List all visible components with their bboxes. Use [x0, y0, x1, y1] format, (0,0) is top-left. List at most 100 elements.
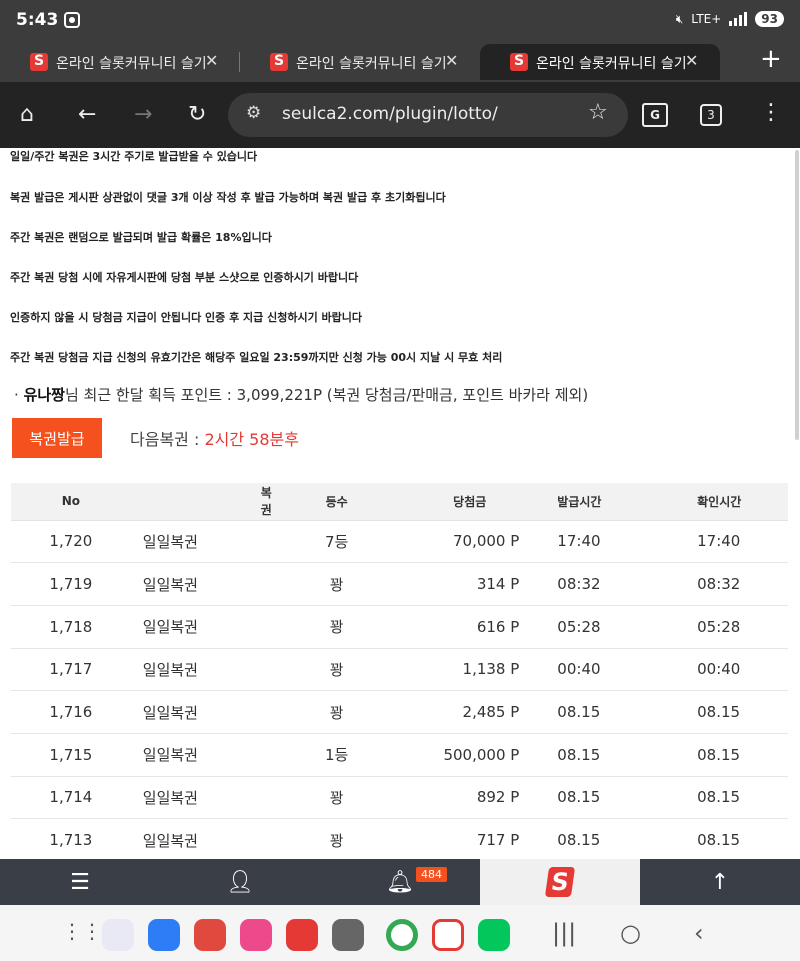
user-profile-icon[interactable]: 👤︎	[160, 859, 320, 905]
menu-kebab-icon[interactable]: ⋮	[760, 100, 782, 125]
col-header-prize: 당첨금	[401, 483, 532, 521]
cell-checked: 00:40	[661, 648, 788, 692]
cell-checked: 08.15	[661, 818, 788, 859]
page-content: 일일/주간 복권은 3시간 주기로 발급받을 수 있습니다 복권 발급은 게시판…	[0, 148, 800, 859]
col-header-checked: 확인시간	[661, 483, 788, 521]
home-circle-icon[interactable]: ○	[620, 919, 641, 947]
cell-lotto: 일일복권	[130, 733, 272, 777]
issue-lotto-button[interactable]: 복권발급	[12, 418, 102, 458]
cell-lotto: 일일복권	[130, 520, 272, 564]
col-header-lotto: 복권	[130, 483, 272, 521]
col-header-issued: 발급시간	[531, 483, 662, 521]
chrome-app-icon[interactable]	[386, 919, 418, 951]
cell-rank: 꽝	[271, 648, 402, 692]
battery-badge: 93	[755, 11, 784, 27]
notice-line: 주간 복권 당첨 시에 자유게시판에 당첨 부분 스샷으로 인증하시기 바랍니다	[10, 271, 359, 284]
recent-apps-icon[interactable]: |||	[552, 919, 576, 947]
browser-tab-3-active[interactable]: 온라인 슬롯커뮤니티 슬기로운 ✕	[480, 44, 720, 80]
next-lotto-timer: 다음복권 : 2시간 58분후	[130, 426, 299, 450]
cell-checked: 17:40	[661, 520, 788, 564]
table-row: 1,720 일일복권 7등 70,000 P 17:40 17:40	[11, 520, 788, 564]
youtube-app-icon[interactable]	[432, 919, 464, 951]
app-drawer-icon[interactable]: ⋮⋮	[62, 919, 102, 943]
notice-line: 복권 발급은 게시판 상관없이 댓글 3개 이상 작성 후 발급 가능하며 복권…	[10, 191, 446, 204]
col-header-no: No	[11, 483, 131, 521]
cell-issued: 08.15	[531, 690, 662, 734]
browser-tab-2[interactable]: 온라인 슬롯커뮤니티 슬기로운 ✕	[240, 44, 480, 80]
notification-bell-icon[interactable]: 🔔︎	[320, 859, 480, 905]
gallery-app-icon[interactable]	[240, 919, 272, 951]
forward-arrow-icon[interactable]: →	[134, 102, 152, 127]
tab-title: 온라인 슬롯커뮤니티 슬기로운	[296, 56, 446, 72]
lotto-history-table: No 복권 등수 당첨금 발급시간 확인시간 1,720 일일복권 7등 70,000…	[11, 483, 788, 859]
notes-app-icon[interactable]	[286, 919, 318, 951]
cell-issued: 05:28	[531, 605, 662, 649]
home-icon[interactable]: ⌂	[20, 102, 34, 127]
cell-rank: 꽝	[271, 605, 402, 649]
monthly-points: · 유나짱님 최근 한달 획득 포인트 : 3,099,221P (복권 당첨금…	[14, 384, 588, 405]
close-tab-icon[interactable]: ✕	[685, 51, 698, 70]
col-header-rank: 등수	[271, 483, 402, 521]
new-tab-icon[interactable]: +	[760, 44, 782, 74]
back-arrow-icon[interactable]: ←	[78, 102, 96, 127]
network-label: LTE+	[691, 12, 722, 26]
cell-lotto: 일일복권	[130, 690, 272, 734]
table-row: 1,716 일일복권 꽝 2,485 P 08.15 08.15	[11, 690, 788, 734]
messages-app-icon[interactable]	[148, 919, 180, 951]
url-text[interactable]: seulca2.com/plugin/lotto/	[282, 104, 498, 124]
cell-issued: 08.15	[531, 776, 662, 820]
cell-prize: 70,000 P	[401, 520, 532, 564]
translate-icon[interactable]: G	[642, 103, 668, 127]
next-lotto-value: 2시간 58분후	[204, 430, 299, 449]
site-settings-icon[interactable]: ⚙	[246, 103, 261, 123]
site-favicon-icon	[30, 53, 48, 71]
cell-no: 1,720	[11, 520, 131, 564]
cell-issued: 08:32	[531, 562, 662, 606]
system-navigation-bar: ⋮⋮ ||| ○ ‹	[0, 905, 800, 961]
scroll-top-arrow-icon[interactable]: ↑	[640, 859, 800, 905]
cell-no: 1,714	[11, 776, 131, 820]
cell-rank: 7등	[271, 520, 402, 564]
close-tab-icon[interactable]: ✕	[205, 51, 218, 70]
browser-tab-1[interactable]: 온라인 슬롯커뮤니티 슬기로운 ✕	[0, 44, 240, 80]
bookmark-star-icon[interactable]: ☆	[588, 100, 608, 125]
camera-app-icon[interactable]	[332, 919, 364, 951]
table-row: 1,715 일일복권 1등 500,000 P 08.15 08.15	[11, 733, 788, 777]
cell-no: 1,717	[11, 648, 131, 692]
menu-hamburger-icon[interactable]: ☰	[0, 859, 160, 905]
cell-lotto: 일일복권	[130, 648, 272, 692]
cell-prize: 500,000 P	[401, 733, 532, 777]
system-back-icon[interactable]: ‹	[694, 919, 704, 947]
cell-issued: 17:40	[531, 520, 662, 564]
reload-icon[interactable]: ↻	[188, 102, 206, 127]
phone-app-icon[interactable]	[102, 919, 134, 951]
table-header-row: No 복권 등수 당첨금 발급시간 확인시간	[11, 483, 788, 521]
tab-strip: 온라인 슬롯커뮤니티 슬기로운 ✕ 온라인 슬롯커뮤니티 슬기로운 ✕ 온라인 …	[0, 40, 800, 82]
home-logo-button[interactable]: S	[480, 859, 640, 905]
cell-prize: 892 P	[401, 776, 532, 820]
page-scrollbar[interactable]	[795, 150, 799, 440]
notice-line: 주간 복권 당첨금 지급 신청의 유효기간은 해당주 일요일 23:59까지만 …	[10, 351, 503, 364]
table-row: 1,713 일일복권 꽝 717 P 08.15 08.15	[11, 818, 788, 859]
mute-icon: 🔇︎	[675, 11, 684, 26]
contacts-app-icon[interactable]	[194, 919, 226, 951]
cell-rank: 꽝	[271, 776, 402, 820]
status-icons: 🔇︎ LTE+ 93	[676, 11, 784, 27]
points-text: 님 최근 한달 획득 포인트 : 3,099,221P (복권 당첨금/판매금,…	[64, 386, 589, 404]
close-tab-icon[interactable]: ✕	[445, 51, 458, 70]
cell-prize: 1,138 P	[401, 648, 532, 692]
address-bar[interactable]: ⚙ seulca2.com/plugin/lotto/ ☆	[228, 93, 628, 137]
cell-lotto: 일일복권	[130, 776, 272, 820]
cell-lotto: 일일복권	[130, 605, 272, 649]
naver-app-icon[interactable]	[478, 919, 510, 951]
table-row: 1,717 일일복권 꽝 1,138 P 00:40 00:40	[11, 648, 788, 692]
notification-count-badge: 484	[416, 867, 447, 882]
status-bar: 5:43 🔇︎ LTE+ 93	[0, 0, 800, 40]
cell-checked: 08.15	[661, 776, 788, 820]
table-row: 1,718 일일복권 꽝 616 P 05:28 05:28	[11, 605, 788, 649]
cell-prize: 2,485 P	[401, 690, 532, 734]
cell-no: 1,718	[11, 605, 131, 649]
cell-no: 1,716	[11, 690, 131, 734]
cell-rank: 꽝	[271, 690, 402, 734]
tab-switcher-button[interactable]: 3	[700, 104, 722, 126]
